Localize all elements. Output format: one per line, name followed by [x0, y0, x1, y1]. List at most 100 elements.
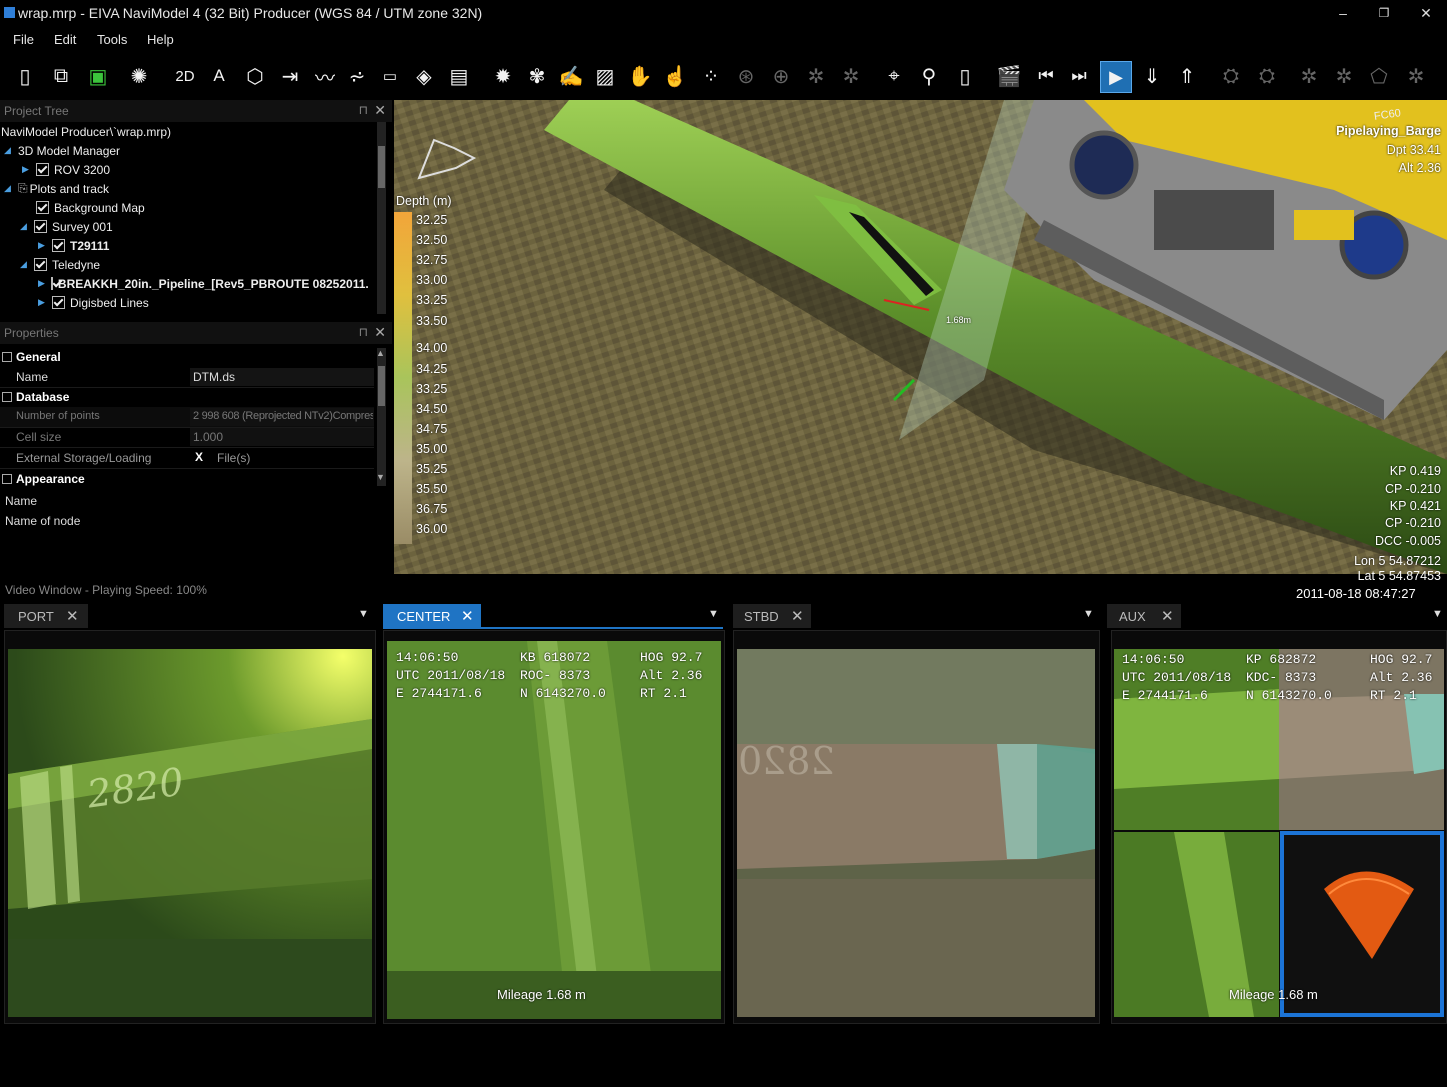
center-overlay-col3: HOG 92.7 Alt 2.36 RT 2.1	[640, 650, 703, 701]
clapper-icon[interactable]: 🎬	[994, 61, 1024, 91]
collapse-icon[interactable]: ◢	[20, 221, 28, 232]
tree-scrollbar[interactable]	[377, 122, 386, 314]
pin-icon[interactable]: ⊓	[359, 103, 368, 117]
close-tab-icon[interactable]: ✕	[1161, 607, 1174, 625]
chevron-down-icon[interactable]: ▼	[358, 608, 369, 620]
scroll-up-icon[interactable]: ▲	[376, 348, 385, 358]
location-pin-icon[interactable]: ⚲	[914, 61, 944, 91]
tree-root[interactable]: NaviModel Producer\`wrap.mrp)	[1, 122, 171, 141]
measure-icon[interactable]: ◈	[409, 61, 439, 91]
scroll-down-icon[interactable]: ▼	[376, 472, 385, 482]
tree-item-digisbed[interactable]: ▶ Digisbed Lines	[38, 293, 149, 312]
checkbox[interactable]	[36, 201, 49, 214]
tree-item-plots[interactable]: ◢ ⎘ Plots and track	[4, 179, 109, 198]
properties-scroll-thumb[interactable]	[378, 366, 385, 406]
checkbox[interactable]	[52, 239, 65, 252]
tree-item-background-map[interactable]: Background Map	[36, 198, 145, 217]
close-tab-icon[interactable]: ✕	[66, 607, 79, 625]
tree-item-rov[interactable]: ▶ ROV 3200	[22, 160, 110, 179]
target-icon[interactable]: ✹	[488, 61, 518, 91]
video-aux[interactable]: 14:06:50 UTC 2011/08/18 E 2744171.6 KP 682…	[1111, 630, 1447, 1024]
prop-row-storage[interactable]: External Storage/Loading X File(s)	[0, 448, 374, 469]
text-icon[interactable]: A	[204, 61, 234, 91]
close-tab-icon[interactable]: ✕	[791, 607, 804, 625]
collapse-icon[interactable]	[2, 392, 12, 402]
checkbox[interactable]	[50, 277, 53, 290]
close-panel-icon[interactable]: ✕	[374, 102, 386, 119]
down-icon[interactable]: ⇓	[1137, 61, 1167, 91]
collapse-icon[interactable]: ◢	[20, 259, 28, 270]
console-icon[interactable]: ▭	[375, 61, 405, 91]
video-port[interactable]: 2820	[4, 630, 376, 1024]
expand-icon[interactable]: ▶	[38, 240, 46, 251]
expand-icon[interactable]: ▶	[22, 164, 30, 175]
3d-view[interactable]: Depth (m) 32.25 32.50 32.75 33.00 33.25 …	[394, 100, 1447, 574]
tab-port[interactable]: PORT ✕	[4, 604, 88, 628]
prop-row-name[interactable]: Name DTM.ds	[0, 367, 374, 388]
section-general[interactable]: General	[0, 347, 376, 367]
expand-icon[interactable]: ▶	[38, 278, 45, 289]
view-2d-icon[interactable]: 2D	[170, 61, 200, 91]
checkbox[interactable]	[52, 296, 65, 309]
menu-tools[interactable]: Tools	[97, 32, 127, 47]
up-icon[interactable]: ⇑	[1172, 61, 1202, 91]
chevron-down-icon[interactable]: ▼	[1432, 608, 1443, 620]
menu-help[interactable]: Help	[147, 32, 174, 47]
tree-item-teledyne[interactable]: ◢ Teledyne	[20, 255, 100, 274]
tree-item-pipeline[interactable]: ▶ BREAKKH_20in._Pipeline_[Rev5_PBROUTE 08…	[38, 274, 368, 293]
cross-section-icon[interactable]: ⩫	[342, 61, 372, 91]
maximize-button[interactable]: ❐	[1369, 3, 1399, 23]
cube-icon[interactable]: ⬡	[240, 61, 270, 91]
checkbox[interactable]	[34, 258, 47, 271]
play-icon[interactable]: ▶	[1100, 61, 1132, 93]
collapse-icon[interactable]	[2, 352, 12, 362]
process-icon[interactable]: ✺	[124, 61, 154, 91]
tab-aux[interactable]: AUX ✕	[1107, 604, 1181, 628]
storage-mark[interactable]: X	[195, 450, 203, 464]
pan-icon[interactable]: ☝	[660, 61, 690, 91]
report-icon[interactable]: ▤	[444, 61, 474, 91]
minimize-button[interactable]: –	[1328, 3, 1358, 23]
brush-icon[interactable]: ✍	[556, 61, 586, 91]
checkbox[interactable]	[36, 163, 49, 176]
chevron-down-icon[interactable]: ▼	[708, 608, 719, 620]
menu-file[interactable]: File	[13, 32, 34, 47]
hand-icon[interactable]: ✋	[625, 61, 655, 91]
step-forward-icon[interactable]: ⏭	[1064, 61, 1094, 91]
pin-icon[interactable]: ⊓	[359, 325, 368, 339]
tree-item-survey[interactable]: ◢ Survey 001	[20, 217, 113, 236]
expand-icon[interactable]: ▶	[38, 297, 46, 308]
close-button[interactable]: ✕	[1411, 3, 1441, 23]
readout-dcc: DCC -0.005	[1375, 534, 1441, 548]
video-center[interactable]: 14:06:50 UTC 2011/08/18 E 2744171.6 KB 618…	[383, 630, 725, 1024]
import-icon[interactable]: ⇥	[275, 61, 305, 91]
save-icon[interactable]: ▣	[83, 61, 113, 91]
close-panel-icon[interactable]: ✕	[374, 324, 386, 341]
tree-scroll-thumb[interactable]	[378, 146, 385, 188]
page-icon[interactable]: ▯	[950, 61, 980, 91]
collapse-icon[interactable]: ◢	[4, 183, 12, 194]
checkbox[interactable]	[34, 220, 47, 233]
tab-center[interactable]: CENTER ✕	[383, 604, 481, 628]
points-icon[interactable]: ⁘	[696, 61, 726, 91]
profile-icon[interactable]: 〰	[310, 61, 340, 91]
tree-item-t29111[interactable]: ▶ T29111	[38, 236, 109, 255]
properties-scrollbar[interactable]	[377, 348, 386, 486]
menu-edit[interactable]: Edit	[54, 32, 76, 47]
collapse-icon[interactable]: ◢	[4, 145, 12, 156]
tab-stbd[interactable]: STBD ✕	[733, 604, 811, 628]
hatch-icon[interactable]: ▨	[590, 61, 620, 91]
palette-icon[interactable]: ✾	[522, 61, 552, 91]
legend-value: 34.50	[416, 402, 448, 416]
section-appearance[interactable]: Appearance	[0, 469, 376, 489]
collapse-icon[interactable]	[2, 474, 12, 484]
new-file-icon[interactable]: ▯	[10, 61, 40, 91]
chevron-down-icon[interactable]: ▼	[1083, 608, 1094, 620]
tree-item-3d-model-manager[interactable]: ◢ 3D Model Manager	[4, 141, 120, 160]
step-back-icon[interactable]: ⏮	[1031, 61, 1061, 91]
video-stbd[interactable]: 2820	[733, 630, 1100, 1024]
add-point-icon[interactable]: ⌖	[879, 61, 909, 91]
section-database[interactable]: Database	[0, 387, 376, 407]
open-file-icon[interactable]: ⧉	[46, 61, 76, 91]
close-tab-icon[interactable]: ✕	[461, 607, 474, 625]
